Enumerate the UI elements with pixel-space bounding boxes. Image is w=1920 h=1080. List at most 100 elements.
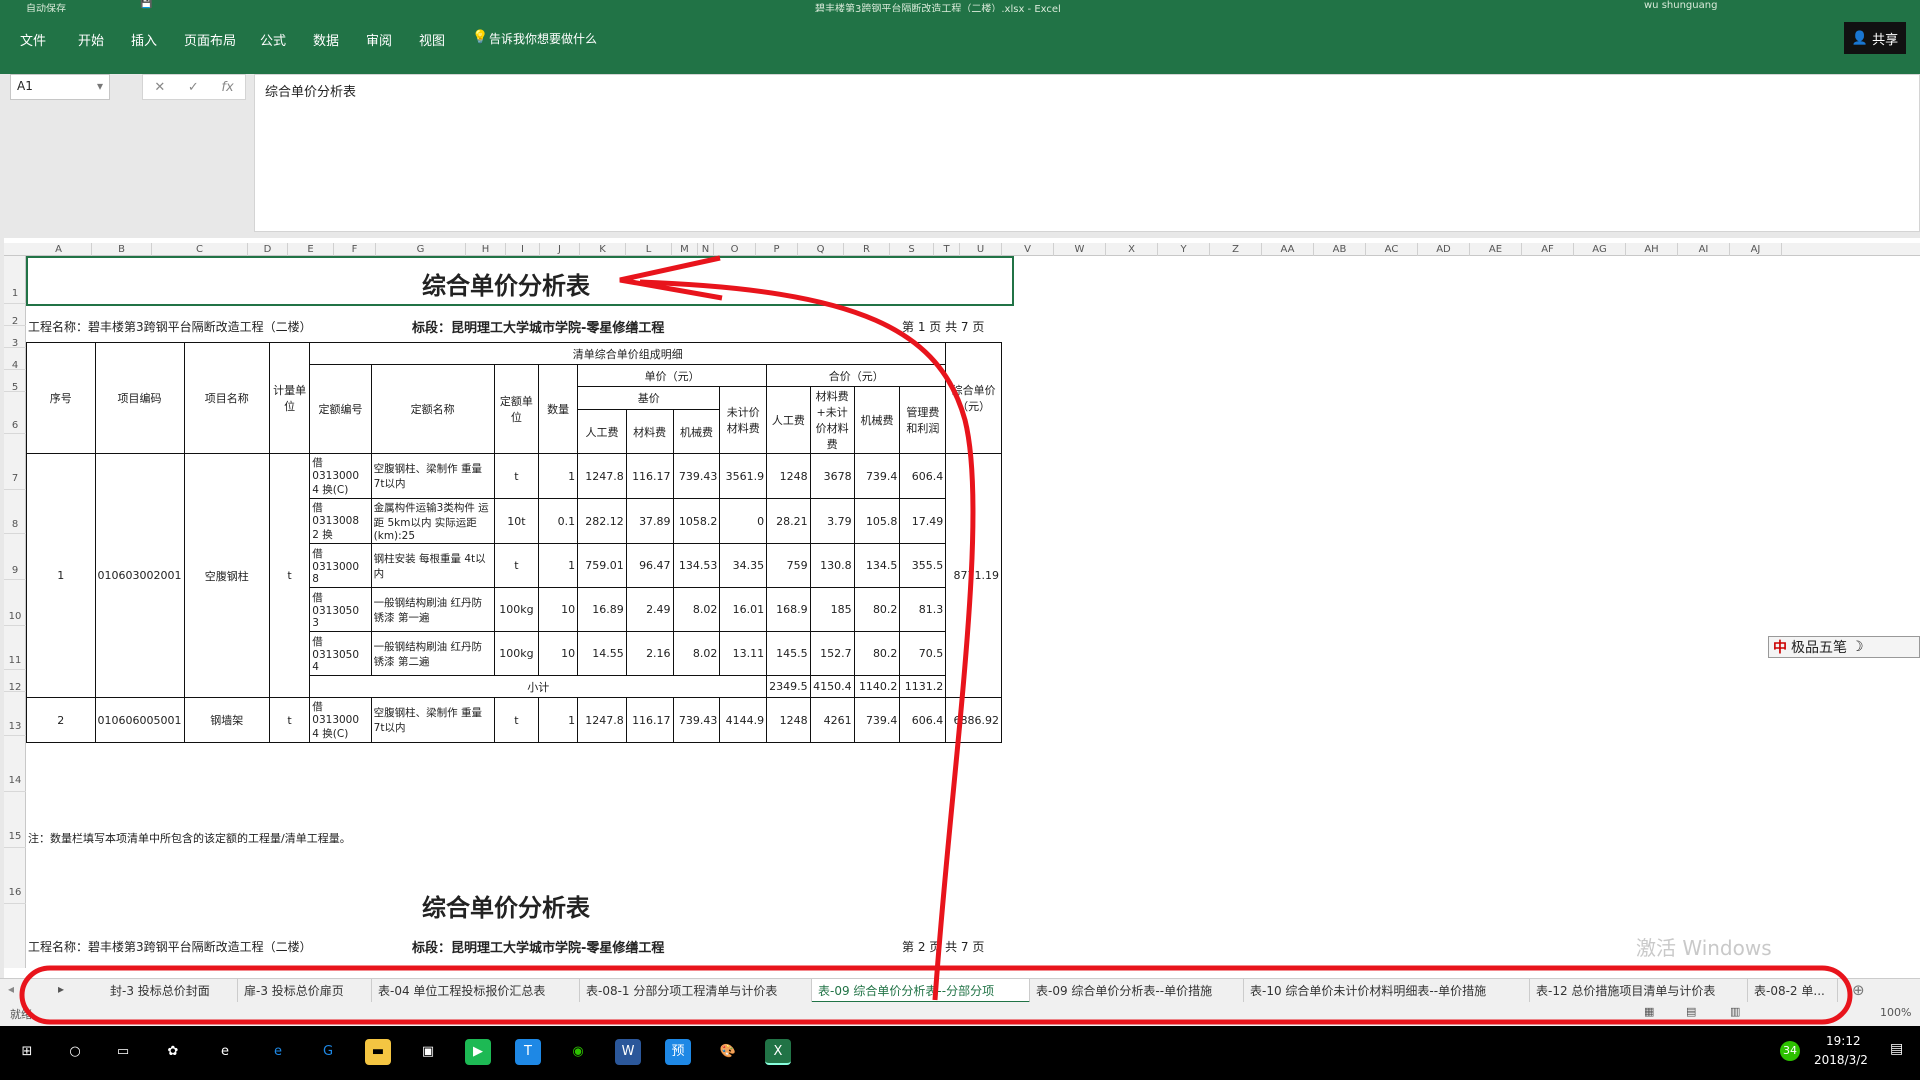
preview-icon[interactable]: 预 [665, 1039, 691, 1065]
column-header[interactable]: T [934, 243, 960, 256]
column-header[interactable]: M [672, 243, 698, 256]
chevron-down-icon[interactable]: ▾ [97, 79, 103, 93]
tab-review[interactable]: 审阅 [366, 30, 392, 49]
tab-data[interactable]: 数据 [313, 30, 339, 49]
excel-icon[interactable]: X [765, 1039, 791, 1065]
column-header[interactable]: Z [1210, 243, 1262, 256]
column-header[interactable]: D [248, 243, 288, 256]
column-header[interactable]: AA [1262, 243, 1314, 256]
worksheet-grid[interactable]: 综合单价分析表 工程名称：碧丰楼第3跨钢平台隔断改造工程（二楼） 标段：昆明理工… [26, 256, 1920, 968]
sheet-tab[interactable]: 表-12 总价措施项目清单与计价表 [1530, 979, 1748, 1003]
column-header[interactable]: Y [1158, 243, 1210, 256]
row-header[interactable]: 2 [4, 304, 26, 327]
row-header[interactable]: 9 [4, 534, 26, 580]
column-header[interactable]: AH [1626, 243, 1678, 256]
column-header[interactable]: L [626, 243, 672, 256]
sheet-tab[interactable]: 表-09 综合单价分析表--分部分项 [812, 979, 1030, 1003]
column-header[interactable]: H [466, 243, 506, 256]
tab-formulas[interactable]: 公式 [260, 30, 286, 49]
column-header[interactable]: X [1106, 243, 1158, 256]
wechat-icon[interactable]: ◉ [565, 1039, 591, 1065]
save-icon[interactable]: 💾 [140, 0, 152, 9]
tell-me-search[interactable]: 告诉我你想要做什么 [489, 30, 597, 47]
tab-file[interactable]: 文件 [20, 30, 46, 49]
zoom-level[interactable]: 100% [1880, 1006, 1911, 1019]
row-header[interactable]: 3 [4, 326, 26, 349]
row-header[interactable]: 8 [4, 490, 26, 534]
column-header[interactable]: W [1054, 243, 1106, 256]
page-layout-view-icon[interactable]: ▤ [1686, 1005, 1696, 1018]
tab-next-icon[interactable]: ▸ [58, 982, 64, 996]
paint-icon[interactable]: 🎨 [715, 1039, 741, 1065]
app-icon[interactable]: ✿ [160, 1039, 186, 1065]
column-header[interactable]: K [580, 243, 626, 256]
notifications-icon[interactable]: ▤ [1890, 1041, 1903, 1057]
tab-page-layout[interactable]: 页面布局 [184, 30, 236, 49]
sheet-tab[interactable]: 表-08-2 单... [1748, 979, 1838, 1003]
row-header[interactable]: 4 [4, 348, 26, 371]
column-header[interactable]: R [844, 243, 890, 256]
row-header[interactable]: 11 [4, 626, 26, 670]
column-header[interactable]: C [152, 243, 248, 256]
ie-icon[interactable]: e [212, 1039, 238, 1065]
column-header[interactable]: N [698, 243, 714, 256]
column-header[interactable]: Q [798, 243, 844, 256]
sheet-tab[interactable]: 表-04 单位工程投标报价汇总表 [372, 979, 580, 1003]
tab-insert[interactable]: 插入 [131, 30, 157, 49]
task-view-icon[interactable]: ▭ [110, 1039, 136, 1065]
iqiyi-icon[interactable]: ▶ [465, 1039, 491, 1065]
row-header[interactable]: 6 [4, 392, 26, 434]
user-name[interactable]: wu shunguang [1644, 0, 1717, 11]
column-header[interactable]: E [288, 243, 334, 256]
moon-icon[interactable]: ☽ [1851, 639, 1864, 655]
column-header[interactable]: V [1002, 243, 1054, 256]
store-icon[interactable]: ▣ [415, 1039, 441, 1065]
row-header[interactable]: 13 [4, 692, 26, 736]
clock-date[interactable]: 2018/3/2 [1814, 1053, 1868, 1067]
sheet-tab[interactable]: 表-08-1 分部分项工程清单与计价表 [580, 979, 812, 1003]
column-header[interactable]: J [540, 243, 580, 256]
share-button[interactable]: 👤 共享 [1844, 22, 1906, 54]
column-header[interactable]: AC [1366, 243, 1418, 256]
search-icon[interactable]: ○ [62, 1039, 88, 1065]
row-header[interactable]: 1 [4, 256, 26, 304]
tab-view[interactable]: 视图 [419, 30, 445, 49]
column-header[interactable]: AI [1678, 243, 1730, 256]
column-header[interactable]: B [92, 243, 152, 256]
row-header[interactable]: 16 [4, 848, 26, 904]
t-app-icon[interactable]: T [515, 1039, 541, 1065]
column-header[interactable]: O [714, 243, 756, 256]
column-header[interactable]: AD [1418, 243, 1470, 256]
row-header[interactable]: 10 [4, 580, 26, 626]
sheet-tab[interactable]: 扉-3 投标总价扉页 [238, 979, 372, 1003]
folder-icon[interactable]: ▬ [365, 1039, 391, 1065]
column-header[interactable]: P [756, 243, 798, 256]
column-header[interactable]: I [506, 243, 540, 256]
function-icon[interactable]: fx [221, 80, 233, 95]
edge-icon[interactable]: e [265, 1039, 291, 1065]
normal-view-icon[interactable]: ▦ [1644, 1005, 1654, 1018]
formula-input[interactable]: 综合单价分析表 [254, 74, 1920, 232]
page-break-view-icon[interactable]: ▥ [1730, 1005, 1740, 1018]
autosave-label[interactable]: 自动保存 [26, 0, 66, 12]
column-header[interactable]: A [26, 243, 92, 256]
tab-prev-icon[interactable]: ◂ [8, 982, 14, 996]
column-header[interactable]: AJ [1730, 243, 1782, 256]
ime-toolbar[interactable]: 中极品五笔 ☽ [1768, 636, 1920, 658]
sheet-tab[interactable]: 表-09 综合单价分析表--单价措施 [1030, 979, 1244, 1003]
row-header[interactable]: 12 [4, 670, 26, 693]
column-header[interactable]: G [376, 243, 466, 256]
row-header[interactable]: 14 [4, 736, 26, 792]
column-header[interactable]: U [960, 243, 1002, 256]
column-header[interactable]: F [334, 243, 376, 256]
column-header[interactable]: S [890, 243, 934, 256]
cancel-icon[interactable]: ✕ [154, 80, 165, 95]
row-header[interactable]: 5 [4, 370, 26, 393]
clock-time[interactable]: 19:12 [1826, 1034, 1861, 1048]
notification-badge[interactable]: 34 [1780, 1041, 1800, 1061]
column-header[interactable]: AG [1574, 243, 1626, 256]
word-icon[interactable]: W [615, 1039, 641, 1065]
browser-icon[interactable]: G [315, 1039, 341, 1065]
column-header[interactable]: AB [1314, 243, 1366, 256]
sheet-tab[interactable]: 表-10 综合单价未计价材料明细表--单价措施 [1244, 979, 1530, 1003]
